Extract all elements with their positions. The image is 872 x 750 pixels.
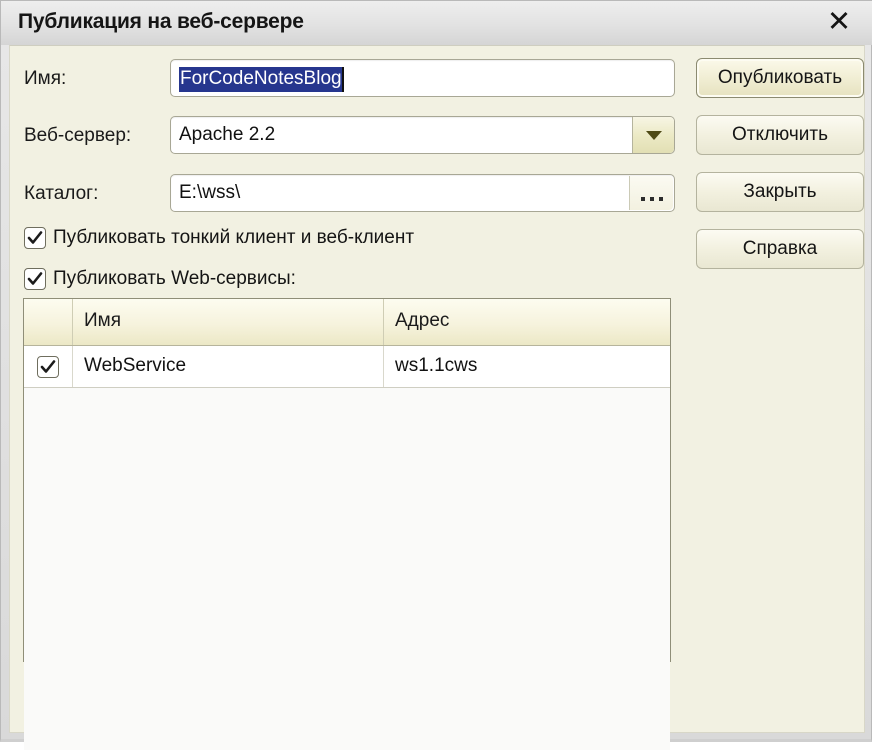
checkbox-icon: [24, 227, 46, 249]
checkbox-icon: [24, 268, 46, 290]
chevron-down-icon: [645, 131, 662, 140]
table-header-name: Имя: [73, 299, 384, 345]
disconnect-button[interactable]: Отключить: [696, 115, 864, 155]
name-label: Имя:: [24, 68, 67, 89]
checkbox-icon: [37, 355, 59, 378]
help-button[interactable]: Справка: [696, 229, 864, 269]
webserver-combobox[interactable]: Apache 2.2: [170, 116, 675, 154]
web-services-table: Имя Адрес WebService ws1.1cws: [23, 298, 671, 750]
ellipsis-icon: [640, 197, 663, 201]
webserver-label: Веб-сервер:: [24, 125, 132, 146]
table-header-checkbox: [24, 299, 73, 345]
webserver-value: Apache 2.2: [179, 124, 276, 145]
name-input[interactable]: ForCodeNotesBlog: [170, 59, 675, 97]
catalog-label: Каталог:: [24, 183, 99, 204]
table-row[interactable]: WebService ws1.1cws: [24, 346, 670, 388]
catalog-input[interactable]: E:\wss\: [170, 174, 675, 212]
publish-button[interactable]: Опубликовать: [696, 58, 864, 98]
dialog-title: Публикация на веб-сервере: [18, 10, 304, 33]
checkbox-publish-web-services-label: Публиковать Web-сервисы:: [53, 268, 296, 289]
table-empty-area: [24, 388, 670, 750]
table-header-address: Адрес: [395, 310, 450, 331]
title-bar: Публикация на веб-сервере ✕: [1, 1, 872, 45]
checkbox-publish-thin-client-label: Публиковать тонкий клиент и веб-клиент: [53, 227, 415, 248]
name-input-value: ForCodeNotesBlog: [179, 67, 344, 92]
checkbox-publish-web-services[interactable]: Публиковать Web-сервисы:: [24, 268, 296, 290]
dialog-window: Публикация на веб-сервере ✕ Имя: ForCode…: [0, 0, 872, 750]
table-cell-address: ws1.1cws: [395, 355, 478, 376]
catalog-browse-button[interactable]: [629, 176, 673, 210]
table-cell-name: WebService: [73, 346, 384, 387]
close-icon[interactable]: ✕: [821, 6, 857, 40]
catalog-value: E:\wss\: [179, 182, 241, 203]
checkbox-publish-thin-client[interactable]: Публиковать тонкий клиент и веб-клиент: [24, 227, 414, 249]
webserver-dropdown-button[interactable]: [632, 117, 674, 153]
table-header-row: Имя Адрес: [24, 299, 670, 346]
close-button[interactable]: Закрыть: [696, 172, 864, 212]
table-row-checkbox[interactable]: [24, 346, 73, 387]
